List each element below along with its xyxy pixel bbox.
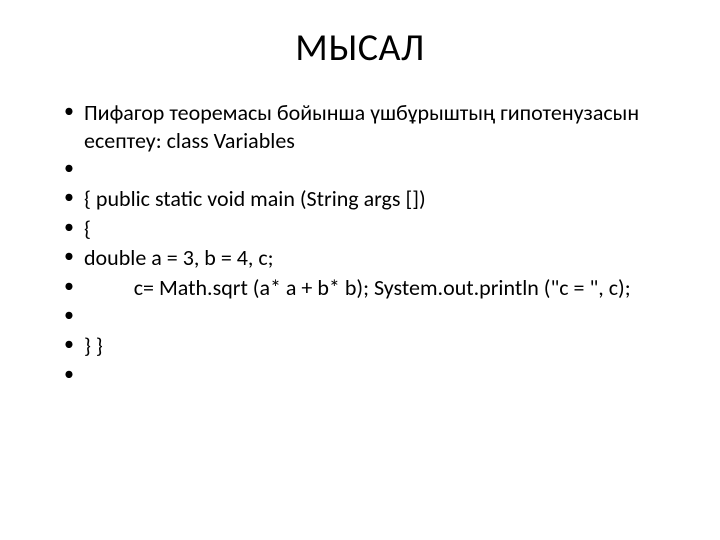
list-item: с= Math.sqrt (а* а + b* b); System.out.p… bbox=[60, 274, 680, 302]
list-item: { public static void main (String args [… bbox=[60, 185, 680, 213]
list-item: Пифагор теоремасы бойынша үшбұрыштың гип… bbox=[60, 99, 680, 154]
list-item: } } bbox=[60, 332, 680, 360]
bullet-list: Пифагор теоремасы бойынша үшбұрыштың гип… bbox=[60, 99, 680, 389]
content-area: Пифагор теоремасы бойынша үшбұрыштың гип… bbox=[40, 99, 680, 389]
list-item bbox=[60, 156, 680, 183]
list-item: double а = 3, b = 4, с; bbox=[60, 244, 680, 272]
list-item bbox=[60, 362, 680, 389]
list-item bbox=[60, 303, 680, 330]
list-item: { bbox=[60, 215, 680, 243]
page-title: МЫСАЛ bbox=[40, 25, 680, 71]
